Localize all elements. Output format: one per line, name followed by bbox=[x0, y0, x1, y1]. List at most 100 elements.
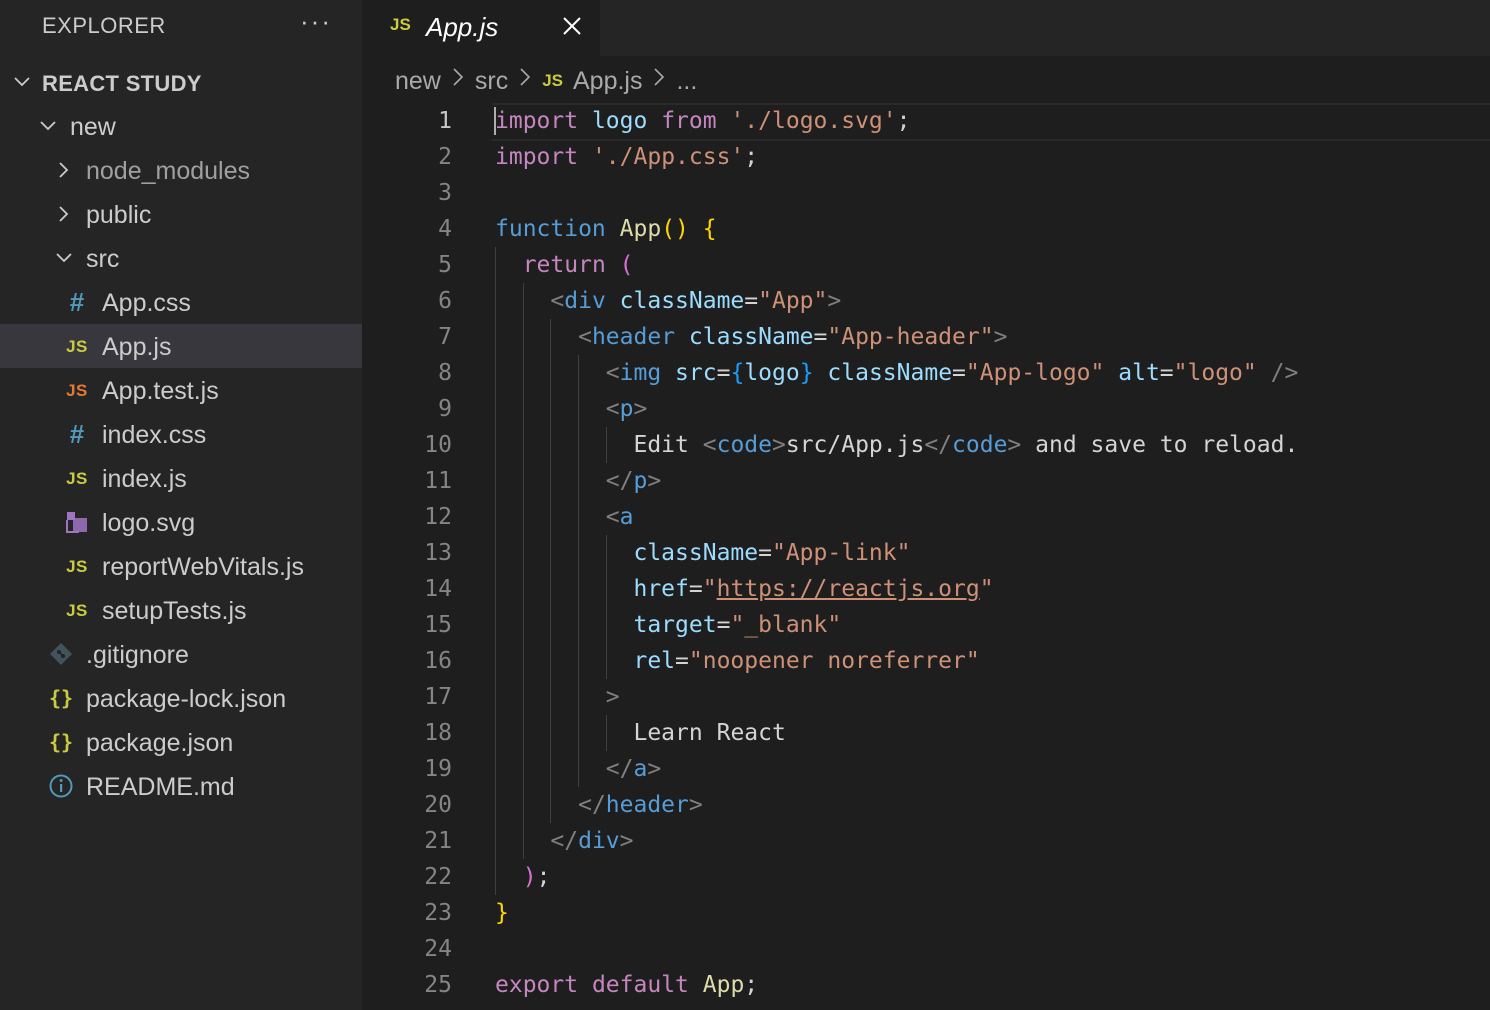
code-line[interactable]: <header className="App-header"> bbox=[495, 319, 1007, 355]
tree-item-label: App.css bbox=[102, 289, 191, 317]
code-line[interactable]: import './App.css'; bbox=[495, 139, 758, 175]
line-number: 10 bbox=[424, 432, 452, 458]
code-line[interactable]: function App() { bbox=[495, 211, 717, 247]
code-line[interactable]: </div> bbox=[495, 823, 633, 859]
line-number: 1 bbox=[438, 108, 452, 134]
tree-item-gitignore[interactable]: .gitignore bbox=[0, 632, 362, 676]
tree-item-label: .gitignore bbox=[86, 641, 189, 669]
tree-item-label: package-lock.json bbox=[86, 685, 287, 713]
tree-item-new[interactable]: new bbox=[0, 104, 362, 148]
code-line[interactable]: <img src={logo} className="App-logo" alt… bbox=[495, 355, 1299, 391]
workspace-root-label: REACT STUDY bbox=[42, 71, 202, 96]
indent-guide bbox=[605, 535, 607, 679]
tree-item-readme-md[interactable]: README.md bbox=[0, 764, 362, 808]
indent-guide bbox=[522, 283, 524, 859]
code-line[interactable]: rel="noopener noreferrer" bbox=[495, 643, 979, 679]
tree-item-reportwebvitals-js[interactable]: JS reportWebVitals.js bbox=[0, 544, 362, 588]
code-line[interactable]: > bbox=[495, 679, 620, 715]
explorer-sidebar: EXPLORER ··· REACT STUDY new node_modules… bbox=[0, 0, 362, 1010]
breadcrumb-item-file[interactable]: App.js bbox=[573, 67, 642, 96]
tree-item-app-css[interactable]: # App.css bbox=[0, 280, 362, 324]
tree-item-label: new bbox=[70, 113, 116, 141]
tree-item-app-js[interactable]: JS App.js bbox=[0, 324, 362, 368]
breadcrumb-item-src[interactable]: src bbox=[475, 67, 508, 96]
js-file-icon: JS bbox=[66, 337, 88, 356]
line-number: 12 bbox=[424, 504, 452, 530]
line-number: 24 bbox=[424, 936, 452, 962]
css-file-icon: # bbox=[69, 419, 85, 449]
indent-guide bbox=[605, 715, 607, 751]
json-file-icon: {} bbox=[48, 730, 74, 754]
tree-item-package-json[interactable]: {} package.json bbox=[0, 720, 362, 764]
tree-item-src[interactable]: src bbox=[0, 236, 362, 280]
line-number: 19 bbox=[424, 756, 452, 782]
more-actions-icon[interactable]: ··· bbox=[300, 6, 332, 37]
line-number: 21 bbox=[424, 828, 452, 854]
tree-item-label: App.js bbox=[102, 333, 172, 361]
code-editor[interactable]: 1 2 3 4 5 6 7 8 9 10 11 12 13 14 15 16 17 18 19 20 21 22 23 24 2… bbox=[362, 103, 1490, 1010]
code-line[interactable]: target="_blank" bbox=[495, 607, 841, 643]
code-line[interactable]: <div className="App"> bbox=[495, 283, 841, 319]
code-line[interactable]: href="https://reactjs.org" bbox=[495, 571, 993, 607]
tree-item-app-test-js[interactable]: JS App.test.js bbox=[0, 368, 362, 412]
chevron-right-icon bbox=[59, 162, 69, 178]
indent-guide bbox=[605, 427, 607, 463]
code-line[interactable]: <p> bbox=[495, 391, 648, 427]
git-file-icon bbox=[48, 641, 74, 667]
js-file-icon: JS bbox=[66, 557, 88, 576]
tree-item-label: index.css bbox=[102, 421, 207, 449]
line-number: 5 bbox=[438, 252, 452, 278]
js-file-icon: JS bbox=[66, 469, 88, 488]
code-line[interactable]: import logo from './logo.svg'; bbox=[495, 103, 910, 139]
tree-item-node-modules[interactable]: node_modules bbox=[0, 148, 362, 192]
line-number: 18 bbox=[424, 720, 452, 746]
explorer-title: EXPLORER bbox=[42, 13, 166, 38]
workspace-root[interactable]: REACT STUDY bbox=[0, 60, 362, 104]
tree-item-label: App.test.js bbox=[102, 377, 219, 405]
code-line[interactable]: </header> bbox=[495, 787, 703, 823]
line-number: 8 bbox=[438, 360, 452, 386]
tree-item-label: src bbox=[86, 245, 120, 273]
tree-item-index-js[interactable]: JS index.js bbox=[0, 456, 362, 500]
breadcrumb-item-symbols[interactable]: ... bbox=[676, 67, 697, 96]
tree-item-public[interactable]: public bbox=[0, 192, 362, 236]
tree-item-package-lock-json[interactable]: {} package-lock.json bbox=[0, 676, 362, 720]
tree-item-setuptests-js[interactable]: JS setupTests.js bbox=[0, 588, 362, 632]
indent-guide bbox=[495, 247, 496, 895]
tab-app-js[interactable]: JS App.js bbox=[362, 0, 600, 56]
line-number: 6 bbox=[438, 288, 452, 314]
line-number: 13 bbox=[424, 540, 452, 566]
svg-file-icon bbox=[64, 509, 90, 535]
chevron-down-icon bbox=[56, 253, 72, 263]
tree-item-label: node_modules bbox=[86, 157, 251, 185]
code-line[interactable]: export default App; bbox=[495, 967, 758, 1003]
code-line[interactable]: return ( bbox=[495, 247, 634, 283]
indent-guide bbox=[578, 355, 580, 787]
tree-item-logo-svg[interactable]: logo.svg bbox=[0, 500, 362, 544]
code-line[interactable]: Learn React bbox=[495, 715, 785, 751]
tree-item-index-css[interactable]: # index.css bbox=[0, 412, 362, 456]
code-line[interactable]: ); bbox=[495, 859, 551, 895]
line-number: 7 bbox=[438, 324, 452, 350]
code-line[interactable]: } bbox=[495, 895, 509, 931]
breadcrumb-item-new[interactable]: new bbox=[395, 67, 441, 96]
code-line[interactable]: Edit <code>src/App.js</code> and save to… bbox=[495, 427, 1298, 463]
code-line[interactable]: <a bbox=[495, 499, 634, 535]
close-icon[interactable] bbox=[560, 14, 584, 38]
tree-item-label: logo.svg bbox=[102, 509, 196, 537]
tree-item-label: setupTests.js bbox=[102, 597, 247, 625]
js-file-icon: JS bbox=[66, 381, 88, 400]
tab-bar: JS App.js bbox=[362, 0, 1490, 56]
line-number: 9 bbox=[438, 396, 452, 422]
chevron-down-icon bbox=[40, 121, 56, 131]
line-number: 11 bbox=[424, 468, 452, 494]
tree-item-label: public bbox=[86, 201, 152, 229]
chevron-right-icon bbox=[453, 68, 464, 86]
line-number: 23 bbox=[424, 900, 452, 926]
json-file-icon: {} bbox=[48, 686, 74, 710]
line-number: 22 bbox=[424, 864, 452, 890]
line-number: 20 bbox=[424, 792, 452, 818]
indent-guide bbox=[550, 319, 552, 823]
code-line[interactable]: className="App-link" bbox=[495, 535, 910, 571]
line-number: 25 bbox=[424, 972, 452, 998]
